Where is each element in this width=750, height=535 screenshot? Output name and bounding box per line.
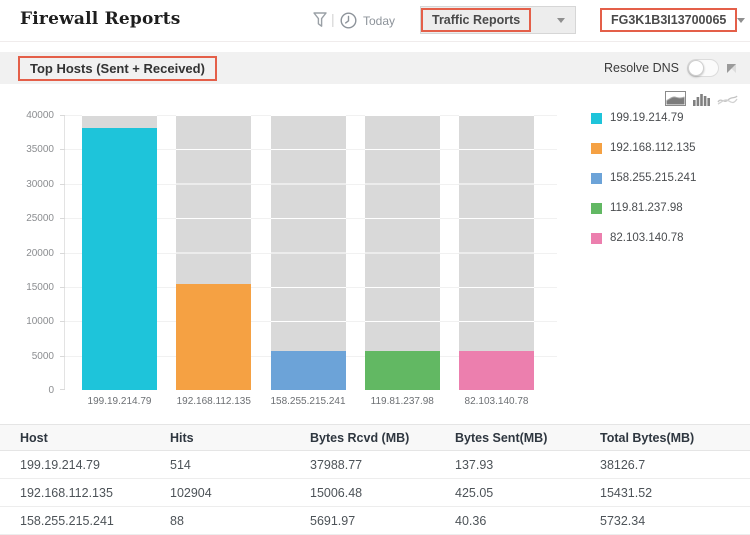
chevron-down-icon[interactable] bbox=[737, 18, 745, 23]
y-axis-label: 10000 bbox=[6, 316, 54, 327]
separator: | bbox=[331, 11, 335, 27]
bar-track bbox=[176, 115, 251, 390]
clock-icon[interactable] bbox=[340, 12, 357, 34]
table-cell: 102904 bbox=[170, 486, 310, 500]
table-cell: 88 bbox=[170, 514, 310, 528]
legend-swatch bbox=[591, 113, 602, 124]
column-header[interactable]: Hits bbox=[170, 431, 310, 445]
column-header[interactable]: Total Bytes(MB) bbox=[600, 431, 750, 445]
y-axis-label: 35000 bbox=[6, 144, 54, 155]
legend-swatch bbox=[591, 233, 602, 244]
bar-82.103.140.78[interactable] bbox=[459, 351, 534, 390]
table-header-row: HostHitsBytes Rcvd (MB)Bytes Sent(MB)Tot… bbox=[0, 424, 750, 451]
legend-label: 192.168.112.135 bbox=[610, 142, 695, 154]
bar-192.168.112.135[interactable] bbox=[176, 284, 251, 390]
legend-swatch bbox=[591, 203, 602, 214]
time-range-label[interactable]: Today bbox=[363, 14, 395, 28]
toggle-knob bbox=[688, 60, 704, 76]
device-value: FG3K1B3I13700065 bbox=[600, 8, 737, 32]
y-axis-label: 0 bbox=[6, 385, 54, 396]
table-cell: 5691.97 bbox=[310, 514, 455, 528]
top-hosts-chart: 0500010000150002000025000300003500040000… bbox=[0, 115, 750, 415]
legend-label: 119.81.237.98 bbox=[610, 202, 683, 214]
filter-icon[interactable] bbox=[313, 12, 327, 33]
table-row: 192.168.112.13510290415006.48425.0515431… bbox=[0, 479, 750, 507]
legend-label: 199.19.214.79 bbox=[610, 112, 684, 124]
bar-track bbox=[271, 115, 346, 390]
chart-legend: 199.19.214.79 192.168.112.135 158.255.215.… bbox=[591, 112, 696, 262]
page-header: Firewall Reports | Today Traffic Reports… bbox=[0, 0, 750, 42]
column-header[interactable]: Bytes Rcvd (MB) bbox=[310, 431, 455, 445]
table-cell: 192.168.112.135 bbox=[20, 486, 170, 500]
y-axis-label: 20000 bbox=[6, 248, 54, 259]
plot-area: 199.19.214.79192.168.112.135158.255.215.… bbox=[64, 115, 557, 390]
table-cell: 40.36 bbox=[455, 514, 600, 528]
y-axis-label: 25000 bbox=[6, 213, 54, 224]
bar-track bbox=[82, 115, 157, 390]
legend-label: 158.255.215.241 bbox=[610, 172, 696, 184]
legend-item[interactable]: 119.81.237.98 bbox=[591, 202, 696, 214]
legend-item[interactable]: 158.255.215.241 bbox=[591, 172, 696, 184]
legend-item[interactable]: 199.19.214.79 bbox=[591, 112, 696, 124]
y-axis-tick bbox=[60, 389, 65, 390]
y-axis-label: 30000 bbox=[6, 179, 54, 190]
legend-label: 82.103.140.78 bbox=[610, 232, 684, 244]
table-body: 199.19.214.7951437988.77137.9338126.7192… bbox=[0, 451, 750, 535]
legend-item[interactable]: 82.103.140.78 bbox=[591, 232, 696, 244]
bar-track bbox=[459, 115, 534, 390]
table-cell: 15006.48 bbox=[310, 486, 455, 500]
resolve-dns-toggle[interactable] bbox=[687, 59, 719, 77]
table-cell: 137.93 bbox=[455, 458, 600, 472]
table-row: 158.255.215.241885691.9740.365732.34 bbox=[0, 507, 750, 535]
widget-header: Top Hosts (Sent + Received) Resolve DNS bbox=[0, 52, 750, 84]
line-chart-icon[interactable] bbox=[717, 93, 738, 111]
chart-type-switcher bbox=[665, 91, 738, 111]
legend-swatch bbox=[591, 173, 602, 184]
table-cell: 5732.34 bbox=[600, 514, 750, 528]
top-hosts-table: HostHitsBytes Rcvd (MB)Bytes Sent(MB)Tot… bbox=[0, 424, 750, 535]
table-cell: 38126.7 bbox=[600, 458, 750, 472]
bar-chart-icon[interactable] bbox=[693, 92, 710, 111]
x-axis-label: 119.81.237.98 bbox=[355, 396, 450, 407]
table-row: 199.19.214.7951437988.77137.9338126.7 bbox=[0, 451, 750, 479]
y-axis-label: 15000 bbox=[6, 282, 54, 293]
table-cell: 199.19.214.79 bbox=[20, 458, 170, 472]
table-cell: 37988.77 bbox=[310, 458, 455, 472]
x-axis-label: 158.255.215.241 bbox=[261, 396, 356, 407]
y-axis-label: 40000 bbox=[6, 110, 54, 121]
widget-title: Top Hosts (Sent + Received) bbox=[18, 56, 217, 81]
y-axis-label: 5000 bbox=[6, 351, 54, 362]
legend-swatch bbox=[591, 143, 602, 154]
bar-track bbox=[365, 115, 440, 390]
report-type-value: Traffic Reports bbox=[421, 8, 531, 32]
area-chart-icon[interactable] bbox=[665, 91, 686, 111]
table-cell: 514 bbox=[170, 458, 310, 472]
report-type-dropdown[interactable]: Traffic Reports bbox=[420, 6, 576, 34]
resolve-dns-label: Resolve DNS bbox=[604, 61, 679, 75]
x-axis-label: 192.168.112.135 bbox=[166, 396, 261, 407]
bar-158.255.215.241[interactable] bbox=[271, 351, 346, 390]
x-axis-label: 199.19.214.79 bbox=[72, 396, 167, 407]
device-dropdown[interactable]: FG3K1B3I13700065 bbox=[600, 6, 750, 34]
column-header[interactable]: Bytes Sent(MB) bbox=[455, 431, 600, 445]
bar-199.19.214.79[interactable] bbox=[82, 128, 157, 390]
table-cell: 425.05 bbox=[455, 486, 600, 500]
table-cell: 158.255.215.241 bbox=[20, 514, 170, 528]
page-title: Firewall Reports bbox=[20, 9, 181, 29]
column-header[interactable]: Host bbox=[20, 431, 170, 445]
x-axis-label: 82.103.140.78 bbox=[449, 396, 544, 407]
bar-119.81.237.98[interactable] bbox=[365, 351, 440, 390]
table-cell: 15431.52 bbox=[600, 486, 750, 500]
chevron-down-icon[interactable] bbox=[557, 18, 565, 23]
expand-icon[interactable] bbox=[727, 64, 736, 73]
legend-item[interactable]: 192.168.112.135 bbox=[591, 142, 696, 154]
